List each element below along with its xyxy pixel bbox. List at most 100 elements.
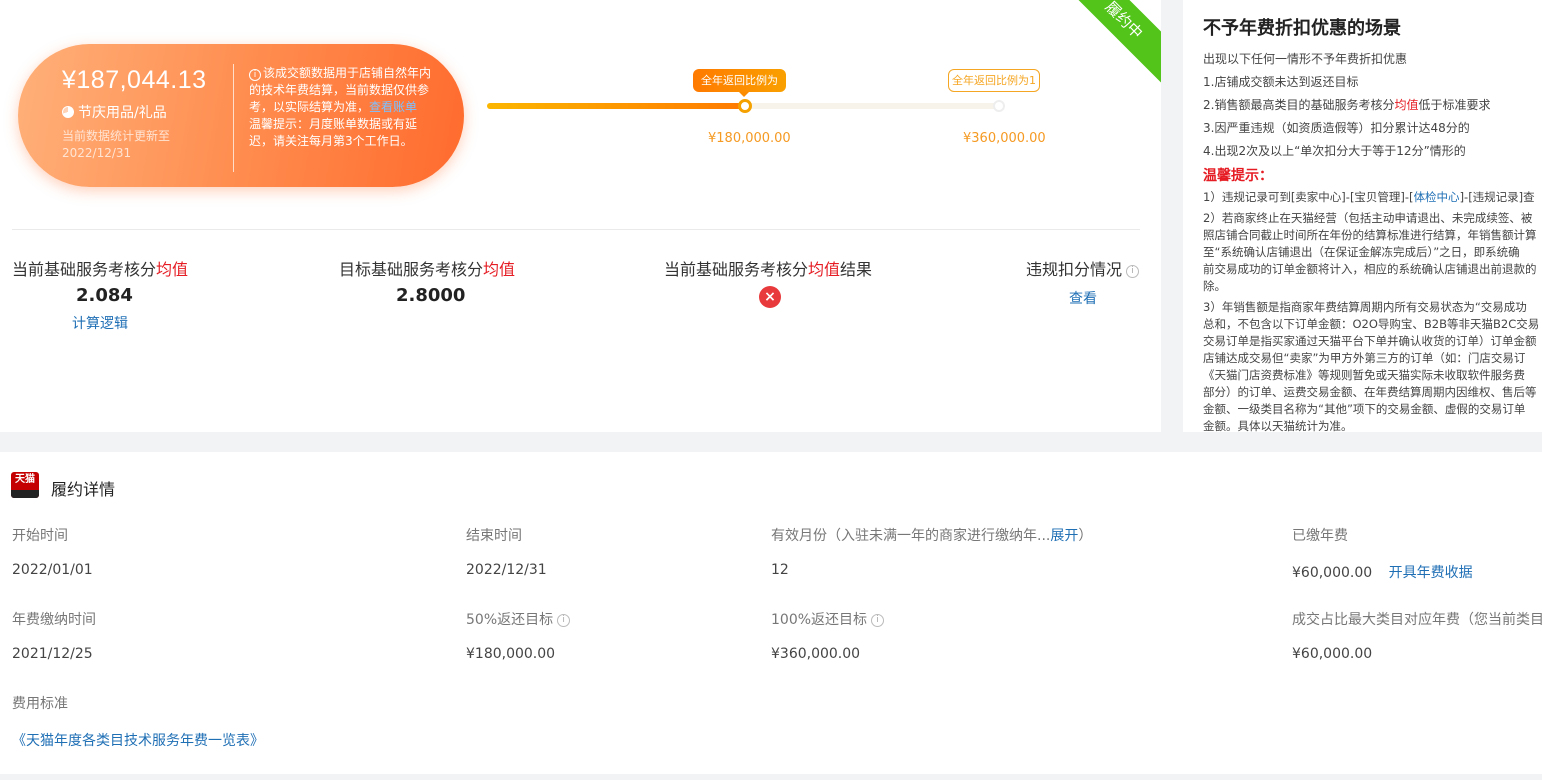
- paid-fee-amount: ¥60,000.00: [1292, 565, 1373, 581]
- score-result-label: 当前基础服务考核分均值结果: [664, 256, 872, 280]
- details-title: 履约详情: [51, 480, 116, 499]
- bottom-divider: [0, 774, 1542, 780]
- scenario-item: 1.店铺成交额未达到返还目标: [1203, 75, 1359, 89]
- tip-2: 2）若商家终止在天猫经营（包括主动申请退出、未完成续签、被 照店铺合同截止时间所…: [1203, 210, 1542, 295]
- expand-link[interactable]: 展开: [1050, 528, 1078, 544]
- paid-fee-label: 已缴年费: [1292, 528, 1348, 544]
- tip-2-line: 至“系统确认店铺退出（在保证金解冻完成后）”之日，即系统确: [1203, 245, 1520, 259]
- full-target-label: 100%返还目标 i: [771, 609, 885, 629]
- section-divider: [12, 229, 1140, 230]
- scenario-item: 2.销售额最高类目的基础服务考核分均值低于标准要求: [1203, 94, 1542, 117]
- end-time-label: 结束时间: [466, 528, 522, 544]
- violation-label-text: 违规扣分情况: [1026, 260, 1123, 279]
- tip-2-line: 除。: [1203, 279, 1226, 293]
- amount-note: i 该成交额数据用于店铺自然年内的技术年费结算，当前数据仅供参考，以实际结算为准，…: [249, 65, 433, 150]
- half-target-label-text: 50%返还目标: [466, 612, 554, 628]
- calculation-logic-link[interactable]: 计算逻辑: [72, 313, 128, 333]
- category-label: 节庆用品/礼品: [62, 102, 167, 122]
- scenario-item: 4.出现2次及以上“单次扣分大于等于12分”情形的: [1203, 144, 1466, 158]
- fail-icon: ×: [759, 286, 781, 308]
- current-score-value: 2.084: [76, 285, 133, 306]
- status-ribbon: 履约中: [1058, 0, 1161, 86]
- progress-fill: [487, 103, 746, 109]
- tip-3-line: 《天猫门店资费标准》等规则暂免或天猫实际未收取软件服务费: [1203, 368, 1525, 382]
- panel-title: 不予年费折扣优惠的场景: [1203, 18, 1401, 39]
- score-result-label-highlight: 均值: [808, 260, 841, 279]
- half-target-value: ¥180,000.00: [466, 646, 556, 662]
- current-score-label: 当前基础服务考核分均值: [12, 256, 188, 280]
- health-center-link[interactable]: 体检中心: [1414, 190, 1460, 204]
- tip-1: 1）违规记录可到[卖家中心]-[宝贝管理]-[体检中心]-[违规记录]查: [1203, 189, 1542, 206]
- start-time-label: 开始时间: [12, 528, 68, 544]
- paid-fee-value: ¥60,000.00 开具年费收据: [1292, 562, 1473, 582]
- info-icon[interactable]: i: [1126, 265, 1140, 278]
- return-ratio-full-tag: 全年返回比例为1: [948, 69, 1040, 92]
- view-violations-link[interactable]: 查看: [1069, 288, 1097, 308]
- scenario-item-tail: 低于标准要求: [1418, 98, 1491, 112]
- progress-marker-full: [993, 100, 1005, 112]
- tip-3-line: 金额。具体以天猫统计为准。: [1203, 419, 1353, 432]
- fee-standard-value: 《天猫年度各类目技术服务年费一览表》: [12, 730, 264, 750]
- panel-intro: 出现以下任何一情形不予年费折扣优惠: [1203, 52, 1408, 66]
- score-result-label-text: 当前基础服务考核分: [664, 260, 809, 279]
- tip-3: 3）年销售额是指商家年费结算周期内所有交易状态为“交易成功 总和，不包含以下订单…: [1203, 299, 1542, 432]
- valid-months-label-close: ）: [1078, 528, 1093, 544]
- fulfillment-summary-panel: 履约中 ¥187,044.13 节庆用品/礼品 当前数据统计更新至 2022/1…: [0, 0, 1161, 432]
- target-score-value: 2.8000: [396, 285, 466, 306]
- target-score-label-highlight: 均值: [483, 260, 516, 279]
- sales-amount: ¥187,044.13: [62, 66, 207, 94]
- no-discount-scenarios-panel: 不予年费折扣优惠的场景 出现以下任何一情形不予年费折扣优惠 1.店铺成交额未达到…: [1183, 0, 1542, 432]
- tip-3-line: 总和，不包含以下订单金额：O2O导购宝、B2B等非天猫B2C交易: [1203, 317, 1540, 331]
- start-time-value: 2022/01/01: [12, 562, 93, 578]
- update-date: 2022/12/31: [62, 146, 132, 160]
- max-category-fee-value: ¥60,000.00: [1292, 646, 1373, 662]
- tip-1-text: 1）违规记录可到[卖家中心]-[宝贝管理]-[: [1203, 190, 1414, 204]
- valid-months-label: 有效月份（入驻未满一年的商家进行缴纳年...展开）: [771, 525, 1092, 545]
- tmall-logo: 天猫: [11, 472, 39, 498]
- half-target-label: 50%返还目标 i: [466, 609, 571, 629]
- current-score-label-highlight: 均值: [156, 260, 189, 279]
- fee-standard-label: 费用标准: [12, 696, 68, 712]
- valid-months-label-text: 有效月份（入驻未满一年的商家进行缴纳年...: [771, 528, 1051, 544]
- logo-base: [11, 490, 39, 498]
- scenario-item: 3.因严重违规（如资质造假等）扣分累计达48分的: [1203, 121, 1470, 135]
- current-score-label-text: 当前基础服务考核分: [12, 260, 157, 279]
- info-icon[interactable]: i: [871, 614, 885, 627]
- end-time-value: 2022/12/31: [466, 562, 547, 578]
- issue-receipt-link[interactable]: 开具年费收据: [1389, 565, 1473, 581]
- info-icon[interactable]: i: [557, 614, 571, 627]
- target-score-label: 目标基础服务考核分均值: [339, 256, 515, 280]
- tip-3-line: 3）年销售额是指商家年费结算周期内所有交易状态为“交易成功: [1203, 300, 1527, 314]
- category-name: 节庆用品/礼品: [78, 105, 167, 121]
- card-divider: [233, 64, 234, 172]
- tip-2-line: 2）若商家终止在天猫经营（包括主动申请退出、未完成续签、被: [1203, 211, 1533, 225]
- scenario-item-highlight: 均值: [1394, 98, 1419, 112]
- logo-text: 天猫: [15, 474, 35, 485]
- return-ratio-half-tag: 全年返回比例为0.5: [693, 69, 786, 110]
- tip-3-line: 店铺达成交易但“卖家”为甲方外第三方的订单（如：门店交易订: [1203, 351, 1526, 365]
- pie-chart-icon: [62, 106, 74, 118]
- warm-tip-title: 温馨提示：: [1203, 168, 1273, 184]
- return-progress-bar: [487, 99, 1005, 113]
- violation-label: 违规扣分情况 i: [1026, 256, 1140, 280]
- payment-time-label: 年费缴纳时间: [12, 612, 96, 628]
- score-result-label-suffix: 结果: [840, 260, 873, 279]
- full-target-value: ¥360,000.00: [771, 646, 861, 662]
- sales-amount-card: ¥187,044.13 节庆用品/礼品 当前数据统计更新至 2022/12/31…: [18, 44, 464, 187]
- tip-1-tail: ]-[违规记录]查: [1459, 190, 1535, 204]
- page: 履约中 ¥187,044.13 节庆用品/礼品 当前数据统计更新至 2022/1…: [0, 0, 1542, 780]
- max-category-fee-label: 成交占比最大类目对应年费（您当前类目: [1292, 612, 1542, 628]
- fulfillment-details-panel: 天猫 履约详情 开始时间 2022/01/01 结束时间 2022/12/31 …: [0, 452, 1542, 774]
- tip-1-line: 1）违规记录可到[卖家中心]-[宝贝管理]-[体检中心]-[违规记录]查: [1203, 189, 1542, 206]
- tip-3-line: 部分）的订单、运费交易金额、在年费结算周期内因维权、售后等: [1203, 385, 1537, 399]
- fee-table-link[interactable]: 《天猫年度各类目技术服务年费一览表》: [12, 733, 264, 749]
- tip-2-line: 前交易成功的订单金额将计入，相应的系统确认店铺退出前退款的: [1203, 262, 1537, 276]
- valid-months-value: 12: [771, 562, 789, 578]
- tip-3-line: 交易订单是指买家通过天猫平台下单并确认收货的订单）订单金额: [1203, 334, 1537, 348]
- tip-3-line: 金额、一级类目名称为“其他”项下的交易金额、虚假的交易订单: [1203, 402, 1526, 416]
- target-score-label-text: 目标基础服务考核分: [339, 260, 484, 279]
- payment-time-value: 2021/12/25: [12, 646, 93, 662]
- note-tip: 温馨提示：月度账单数据或有延迟，请关注每月第3个工作日。: [249, 117, 418, 148]
- target-full-amount: ¥360,000.00: [963, 131, 1046, 146]
- view-bill-link[interactable]: 查看账单: [369, 100, 417, 114]
